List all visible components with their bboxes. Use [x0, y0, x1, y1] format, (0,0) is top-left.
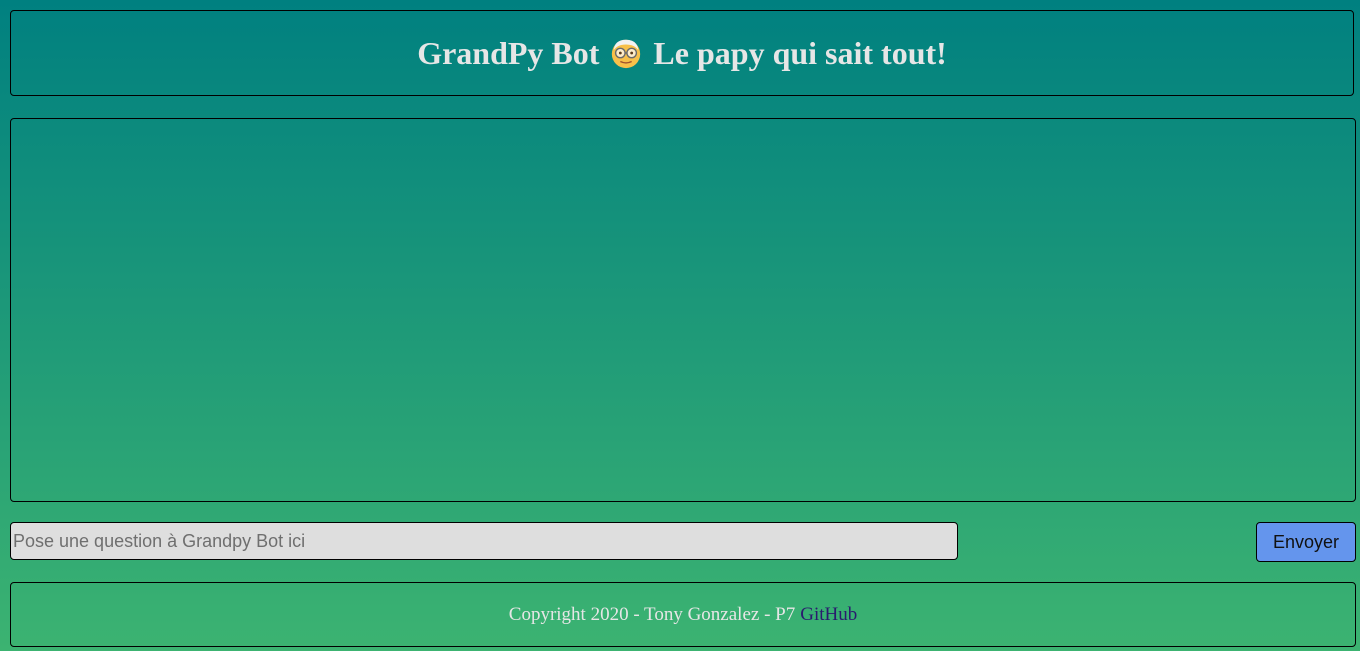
- title-brand: GrandPy Bot: [417, 34, 600, 71]
- chat-area: [10, 118, 1356, 502]
- send-button[interactable]: Envoyer: [1256, 522, 1356, 562]
- page-title: GrandPy Bot Le papy qui sait tout!: [417, 35, 947, 72]
- page-footer: Copyright 2020 - Tony Gonzalez - P7 GitH…: [10, 582, 1356, 647]
- github-link[interactable]: GitHub: [800, 604, 857, 626]
- page-header: GrandPy Bot Le papy qui sait tout!: [10, 10, 1354, 96]
- title-tagline: Le papy qui sait tout!: [653, 34, 947, 71]
- question-input[interactable]: [10, 522, 958, 560]
- old-man-face-icon: [612, 39, 641, 69]
- copyright-text: Copyright 2020 - Tony Gonzalez - P7: [508, 603, 796, 625]
